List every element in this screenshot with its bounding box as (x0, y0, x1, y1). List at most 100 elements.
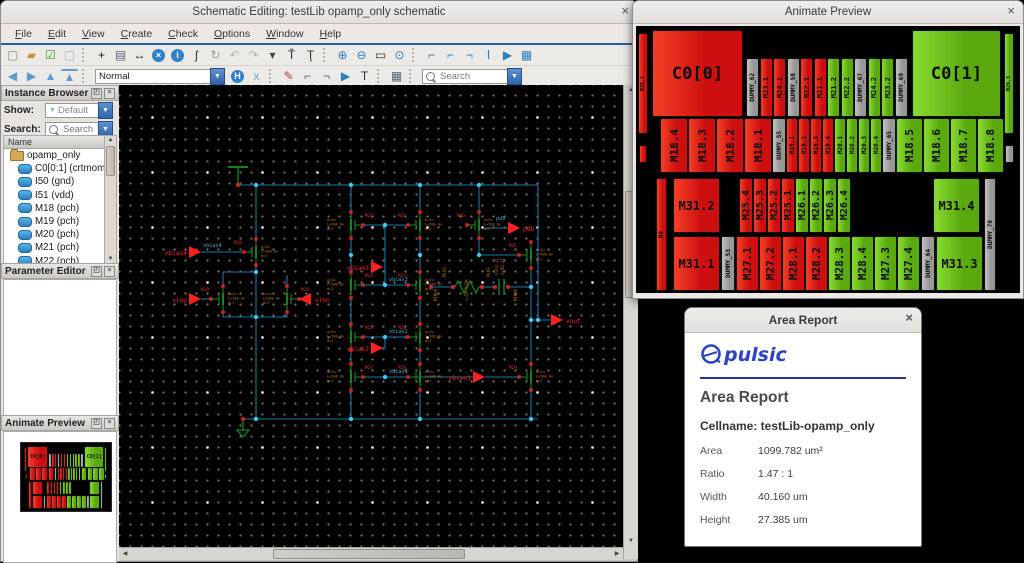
layout-block-M29.1[interactable]: M29.1 (638, 33, 648, 134)
layout-block-M24.1[interactable]: M24.1 (773, 58, 786, 117)
grid-icon[interactable]: ▦ (388, 68, 405, 84)
layout-block-M18.8[interactable]: M18.8 (977, 118, 1004, 173)
menu-window[interactable]: Window (258, 26, 311, 42)
edit-flag-icon[interactable]: ▶ (337, 68, 354, 84)
schematic-canvas[interactable]: M18w=5uL=500.0nm=2M19w=5uL=500.0nm=2M20w… (119, 85, 623, 547)
scroll-up-icon[interactable]: ▲ (105, 136, 116, 145)
layout-block-DUMMY_58[interactable]: DUMMY_58 (787, 58, 800, 117)
layout-block-M31.2[interactable]: M31.2 (673, 178, 720, 233)
layout-block-M28.4[interactable]: M28.4 (851, 236, 874, 291)
menu-view[interactable]: View (74, 26, 113, 42)
undo-icon[interactable]: ↶ (226, 47, 243, 63)
layout-block-R0[interactable] (28, 481, 31, 509)
horizontal-scrollbar[interactable]: ◀ ▶ (119, 547, 623, 560)
chevron-down-icon[interactable]: ▼ (210, 68, 225, 85)
mini-layout-preview[interactable]: C0[0]C0[1] (20, 442, 112, 512)
tree-item[interactable]: I50 (gnd) (4, 175, 116, 188)
tree-scrollbar[interactable]: ▲ ▼ (104, 136, 116, 264)
panel-close-icon[interactable]: × (104, 88, 115, 99)
more-icon[interactable]: ▾ (264, 47, 281, 63)
zoom-fit-icon[interactable]: ▭ (372, 47, 389, 63)
layout-block-M23.2[interactable]: M23.2 (881, 58, 894, 117)
move-icon[interactable]: + (93, 47, 110, 63)
tree-item[interactable]: M19 (pch) (4, 215, 116, 228)
layout-block-DUMMY_70[interactable]: DUMMY_70 (984, 178, 996, 291)
info-icon[interactable]: i (171, 49, 184, 62)
layout-block-DUMMY_65[interactable]: DUMMY_65 (882, 118, 896, 173)
layout-block-M20.1[interactable]: M20.1 (834, 118, 846, 173)
layout-block-M31.4[interactable]: M31.4 (933, 178, 980, 233)
layout-block-M18.7[interactable]: M18.7 (950, 118, 977, 173)
layout-block-M26.4[interactable] (68, 481, 72, 495)
layout-block-M31.3[interactable] (89, 495, 100, 509)
layout-block-M21.1[interactable]: M21.1 (814, 58, 827, 117)
menu-file[interactable]: File (7, 26, 40, 42)
tree-item[interactable]: C0[0:1] (crtmom_... (4, 162, 116, 175)
layout-block-M31.1[interactable]: M31.1 (673, 236, 720, 291)
layout-block-M31.3[interactable]: M31.3 (936, 236, 983, 291)
layout-block-DUMMY_69[interactable]: DUMMY_69 (895, 58, 908, 117)
clear-view-icon[interactable]: x (248, 68, 265, 84)
layout-block-M26.2[interactable]: M26.2 (809, 178, 823, 233)
panel-float-icon[interactable]: ◰ (91, 266, 102, 277)
layout-block-M18.3[interactable]: M18.3 (688, 118, 716, 173)
layout-block-M29.3[interactable]: M29.3 (1004, 33, 1014, 134)
instance-browser-header[interactable]: Instance Browser ◰ × (1, 85, 119, 101)
panel-float-icon[interactable]: ◰ (91, 418, 102, 429)
tree-item[interactable]: I51 (vdd) (4, 189, 116, 202)
zoom-out-icon[interactable]: ⊖ (353, 47, 370, 63)
back-icon[interactable]: ◀ (4, 68, 21, 84)
layout-block-M22.1[interactable]: M22.1 (800, 58, 813, 117)
layout-block-M26.3[interactable]: M26.3 (823, 178, 837, 233)
tree-item[interactable]: M20 (pch) (4, 228, 116, 241)
bus-icon[interactable]: Ⅰ (480, 47, 497, 63)
probe-icon[interactable]: ʃ (188, 47, 205, 63)
port-arrow-vbias1[interactable] (473, 371, 485, 383)
animate-preview-header[interactable]: Animate Preview ◰ × (1, 415, 119, 431)
panel-close-icon[interactable]: × (104, 266, 115, 277)
redo-icon[interactable]: ↷ (245, 47, 262, 63)
toolbar-search-input[interactable] (438, 70, 504, 83)
layout-block-DUMMY_64[interactable]: DUMMY_64 (921, 236, 935, 291)
properties-icon[interactable]: ▤ (112, 47, 129, 63)
port-arrow-pdb[interactable] (508, 222, 520, 234)
layout-block-M31.2[interactable] (32, 481, 43, 495)
port-arrow-vbias4[interactable] (189, 246, 201, 258)
layout-block-M26.4[interactable]: M26.4 (837, 178, 851, 233)
layout-block-M28.1[interactable]: M28.1 (782, 236, 805, 291)
layout-block-M18.2[interactable]: M18.2 (716, 118, 744, 173)
layout-block-M31.4[interactable] (89, 481, 100, 495)
layout-block-M18.6[interactable]: M18.6 (923, 118, 950, 173)
close-icon[interactable]: × (905, 310, 913, 325)
open-folder-icon[interactable]: ▰ (23, 47, 40, 63)
layout-block-DUMMY_70[interactable] (100, 481, 103, 509)
route-icon[interactable]: ⌐ (423, 47, 440, 63)
layout-block-M21.2[interactable]: M21.2 (827, 58, 840, 117)
menu-help[interactable]: Help (312, 26, 350, 42)
layout-block[interactable] (1005, 145, 1014, 163)
layout-block-M25.1[interactable]: M25.1 (781, 178, 795, 233)
layout-block-M18.8[interactable] (98, 467, 105, 481)
layout-block-M24.2[interactable]: M24.2 (868, 58, 881, 117)
layout-block-M31.1[interactable] (32, 495, 43, 509)
refresh-icon[interactable]: ↻ (207, 47, 224, 63)
stretch-icon[interactable]: ↔ (131, 47, 148, 63)
menu-options[interactable]: Options (206, 26, 258, 42)
zoom-in-icon[interactable]: ⊕ (334, 47, 351, 63)
up-icon[interactable]: ▲ (42, 68, 59, 84)
text-raise-icon[interactable]: Ť (283, 47, 300, 63)
layout-block-M25.4[interactable]: M25.4 (739, 178, 753, 233)
close-icon[interactable]: × (621, 3, 629, 18)
toolbar-search-combo[interactable]: ▼ (422, 69, 522, 84)
layout-block-M19.2[interactable]: M19.2 (798, 118, 810, 173)
layout-block-DUMMY_67[interactable]: DUMMY_67 (854, 58, 867, 117)
edit-route2-icon[interactable]: ¬ (318, 68, 335, 84)
layout-block-M19.3[interactable]: M19.3 (810, 118, 822, 173)
layout-block-DUMMY_55[interactable]: DUMMY_55 (772, 118, 786, 173)
port-arrow-vout[interactable] (551, 314, 563, 326)
new-file-icon[interactable]: ▢ (4, 47, 21, 63)
layout-block-M19.4[interactable]: M19.4 (822, 118, 834, 173)
layout-block-M25.2[interactable]: M25.2 (767, 178, 781, 233)
tree-item[interactable]: M18 (pch) (4, 202, 116, 215)
flag-icon[interactable]: ▶ (499, 47, 516, 63)
